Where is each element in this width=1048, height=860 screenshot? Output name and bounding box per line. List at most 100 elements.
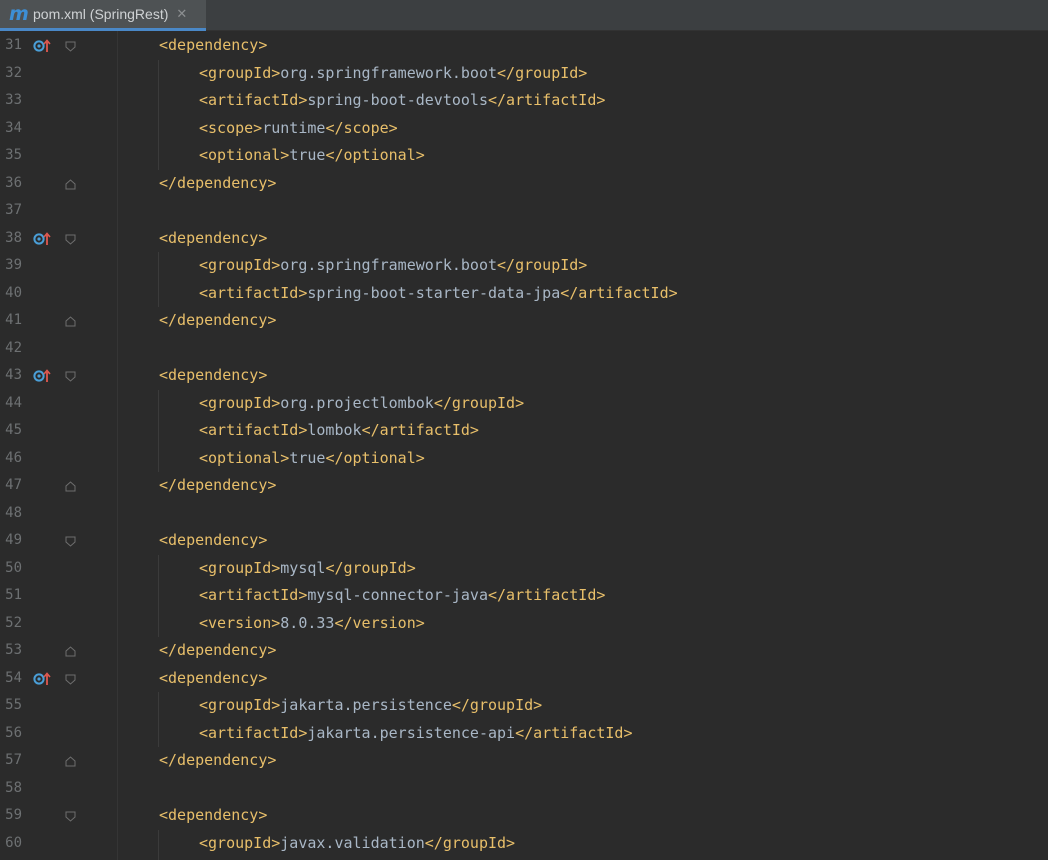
code-line[interactable]: 59 <dependency> (0, 802, 1048, 830)
code-text: <optional>true</optional> (199, 445, 425, 473)
overrides-parent-icon[interactable] (33, 671, 51, 686)
xml-open-tag: <groupId> (199, 256, 281, 274)
maven-m-icon: m (9, 2, 29, 25)
xml-close-tag: </groupId> (433, 393, 525, 412)
line-number: 56 (5, 724, 22, 741)
code-line[interactable]: 31 <dependency> (0, 32, 1048, 60)
fold-marker-icon[interactable] (65, 178, 76, 190)
code-line[interactable]: 43 <dependency> (0, 362, 1048, 390)
xml-text: true (289, 448, 326, 467)
code-line[interactable]: 54 <dependency> (0, 665, 1048, 693)
code-line[interactable]: 41 </dependency> (0, 307, 1048, 335)
code-line[interactable]: 37 (0, 197, 1048, 225)
line-number: 39 (5, 257, 22, 273)
xml-text: jakarta.persistence-api (307, 723, 516, 742)
xml-close-tag: </groupId> (424, 833, 516, 852)
code-text: <groupId>mysql</groupId> (199, 555, 416, 583)
fold-marker-icon[interactable] (65, 481, 76, 492)
fold-marker-icon[interactable] (65, 316, 76, 327)
code-text: <version>8.0.33</version> (199, 610, 425, 638)
code-line[interactable]: 58 (0, 775, 1048, 803)
line-number: 55 (5, 697, 22, 713)
xml-open-tag: <artifactId> (199, 283, 308, 302)
code-line[interactable]: 53 </dependency> (0, 637, 1048, 665)
fold-marker-icon[interactable] (65, 756, 76, 767)
xml-open-tag: <dependency> (159, 36, 268, 54)
code-line[interactable]: 42 (0, 335, 1048, 363)
fold-marker-icon[interactable] (65, 674, 76, 685)
xml-open-tag: </dependency> (159, 751, 277, 769)
xml-open-tag: <artifactId> (199, 723, 308, 742)
line-number: 58 (5, 779, 22, 796)
tab-pom-xml[interactable]: m pom.xml (SpringRest) ✕ (0, 0, 206, 31)
line-number: 34 (5, 119, 22, 136)
line-number: 59 (5, 807, 22, 823)
line-number: 60 (5, 834, 22, 851)
code-text: <groupId>jakarta.persistence</groupId> (199, 692, 542, 720)
close-icon[interactable]: ✕ (176, 7, 187, 22)
line-number: 31 (5, 37, 22, 53)
code-line[interactable]: 36 </dependency> (0, 170, 1048, 198)
xml-open-tag: <groupId> (199, 63, 281, 82)
line-number: 51 (5, 587, 22, 603)
overrides-parent-icon[interactable] (33, 231, 51, 246)
code-text: <artifactId>spring-boot-devtools</artifa… (199, 87, 605, 115)
xml-open-tag: <groupId> (199, 696, 281, 714)
code-line[interactable]: 49 <dependency> (0, 527, 1048, 555)
fold-marker-icon[interactable] (65, 234, 76, 245)
code-text: </dependency> (159, 307, 276, 335)
xml-text: 8.0.33 (280, 613, 335, 632)
tab-title: pom.xml (SpringRest) (33, 6, 169, 22)
indent-guide (158, 252, 159, 307)
line-number: 48 (5, 504, 22, 521)
code-line[interactable]: 57 </dependency> (0, 747, 1048, 775)
xml-open-tag: <groupId> (199, 558, 281, 577)
xml-open-tag: <scope> (199, 118, 263, 137)
xml-close-tag: </groupId> (325, 558, 416, 577)
code-line[interactable]: 47 </dependency> (0, 472, 1048, 500)
line-number: 33 (5, 92, 22, 108)
xml-open-tag: <optional> (199, 448, 290, 467)
code-editor[interactable]: 31 <dependency> 32 <groupId>org.springframe… (0, 31, 1048, 860)
code-text: <artifactId>lombok</artifactId> (199, 417, 479, 445)
line-number: 35 (5, 147, 22, 163)
xml-text: jakarta.persistence (280, 696, 452, 714)
code-text: </dependency> (159, 472, 276, 500)
xml-close-tag: </optional> (325, 448, 425, 467)
overrides-parent-icon[interactable] (33, 39, 51, 53)
xml-open-tag: <dependency> (159, 531, 268, 549)
code-text: <dependency> (159, 802, 267, 830)
fold-marker-icon[interactable] (65, 536, 76, 547)
code-text: <dependency> (159, 32, 267, 60)
fold-marker-icon[interactable] (65, 371, 76, 382)
code-line[interactable]: 48 (0, 500, 1048, 528)
xml-close-tag: </groupId> (497, 256, 588, 274)
fold-marker-icon[interactable] (65, 41, 76, 52)
xml-open-tag: <groupId> (199, 393, 281, 412)
line-number: 42 (5, 339, 22, 356)
xml-close-tag: </artifactId> (515, 723, 633, 742)
line-number: 45 (5, 422, 22, 438)
fold-marker-icon[interactable] (65, 811, 76, 822)
code-line[interactable]: 38 <dependency> (0, 225, 1048, 253)
xml-text: spring-boot-starter-data-jpa (307, 283, 561, 302)
code-text: <dependency> (159, 527, 267, 555)
fold-marker-icon[interactable] (65, 646, 76, 657)
xml-open-tag: <dependency> (159, 366, 268, 384)
line-number: 44 (5, 394, 22, 411)
line-number: 53 (5, 642, 22, 658)
xml-text: spring-boot-devtools (307, 91, 488, 109)
xml-text: runtime (262, 118, 326, 137)
line-number: 40 (5, 284, 22, 301)
code-text: <optional>true</optional> (199, 142, 425, 170)
xml-open-tag: </dependency> (159, 641, 277, 659)
xml-open-tag: <artifactId> (199, 586, 308, 604)
overrides-parent-icon[interactable] (33, 369, 51, 383)
code-text: </dependency> (159, 637, 276, 665)
indent-guide (158, 692, 159, 747)
xml-close-tag: </groupId> (497, 63, 588, 82)
line-number: 41 (5, 312, 22, 328)
xml-open-tag: </dependency> (159, 173, 277, 192)
editor-tab-bar: m pom.xml (SpringRest) ✕ (0, 0, 1048, 31)
line-number: 43 (5, 367, 22, 383)
